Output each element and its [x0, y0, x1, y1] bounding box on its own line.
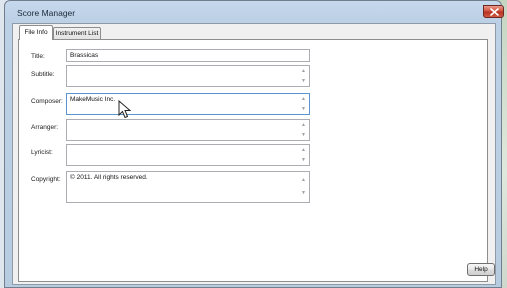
tab-file-info[interactable]: File Info — [19, 25, 53, 40]
composer-label: Composer: — [31, 98, 63, 105]
close-button[interactable] — [483, 5, 504, 18]
help-button-label: Help — [474, 266, 488, 273]
chevron-up-icon[interactable]: ▲ — [300, 96, 307, 102]
help-button[interactable]: Help — [467, 263, 495, 276]
composer-field-value: MakeMusic Inc. — [70, 96, 116, 103]
lyricist-label: Lyricist: — [31, 149, 53, 156]
window-title: Score Manager — [17, 8, 76, 18]
chevron-down-icon[interactable]: ▼ — [300, 132, 307, 138]
arranger-field[interactable]: ▲ ▼ — [66, 119, 310, 141]
copyright-label: Copyright: — [31, 176, 61, 183]
tab-instrument-list[interactable]: Instrument List — [53, 27, 101, 39]
chevron-down-icon[interactable]: ▼ — [300, 106, 307, 112]
chevron-down-icon[interactable]: ▼ — [300, 190, 307, 196]
tab-file-info-label: File Info — [24, 29, 48, 36]
composer-field[interactable]: MakeMusic Inc. ▲ ▼ — [66, 93, 310, 115]
chevron-up-icon[interactable]: ▲ — [300, 147, 307, 153]
arranger-label: Arranger: — [31, 124, 59, 131]
title-label: Title: — [31, 53, 45, 60]
chevron-down-icon[interactable]: ▼ — [300, 78, 307, 84]
subtitle-label: Subtitle: — [31, 71, 55, 78]
mouse-pointer-icon — [118, 100, 132, 119]
title-field[interactable]: Brassicas — [66, 49, 310, 62]
chevron-down-icon[interactable]: ▼ — [300, 157, 307, 163]
chevron-up-icon[interactable]: ▲ — [300, 122, 307, 128]
copyright-field-value: © 2011. All rights reserved. — [70, 174, 148, 181]
title-field-value: Brassicas — [70, 52, 99, 59]
subtitle-field[interactable]: ▲ ▼ — [66, 65, 310, 87]
tab-instrument-list-label: Instrument List — [55, 30, 99, 37]
lyricist-field[interactable]: ▲ ▼ — [66, 144, 310, 166]
close-icon — [490, 8, 499, 16]
copyright-field[interactable]: © 2011. All rights reserved. ▲ ▼ — [66, 171, 310, 203]
chevron-up-icon[interactable]: ▲ — [300, 177, 307, 183]
chevron-up-icon[interactable]: ▲ — [300, 68, 307, 74]
